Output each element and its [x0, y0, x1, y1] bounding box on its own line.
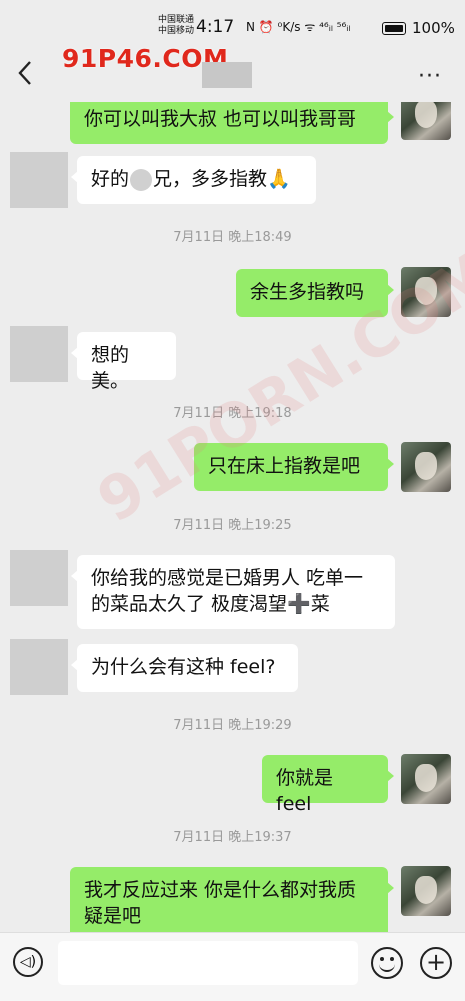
timestamp: 7月11日 晚上19:37 [173, 830, 292, 845]
timestamp: 7月11日 晚上18:49 [173, 230, 292, 245]
message-text: 只在床上指教是吧 [208, 455, 361, 477]
message-text: 我才反应过来 你是什么都对我质 [84, 879, 357, 901]
message-text: 好的 [91, 168, 130, 190]
emoji-icon[interactable] [371, 947, 403, 979]
more-button[interactable]: ··· [418, 64, 442, 89]
message-text: 为什么会有这种 feel? [91, 656, 276, 678]
battery-percent: 100% [412, 19, 455, 37]
self-avatar[interactable] [401, 102, 451, 140]
status-icons: N ⏰ ⁰K/s ᯤ ⁴⁶ᵢₗ ⁵⁶ᵢₗ [246, 20, 351, 34]
self-avatar[interactable] [401, 866, 451, 916]
message-text: 你就是 feel [276, 767, 334, 815]
contact-avatar-redacted[interactable] [10, 326, 68, 382]
message-bubble-in[interactable]: 好的 兄，多多指教🙏 [71, 156, 316, 204]
message-bubble-in[interactable]: 想的美。 [71, 332, 176, 392]
message-text: 兄，多多指教🙏 [153, 168, 291, 190]
contact-avatar-redacted[interactable] [10, 639, 68, 695]
message-bubble-in[interactable]: 你给我的感觉是已婚男人 吃单一 的菜品太久了 极度渴望➕菜 [71, 555, 395, 629]
carrier-2: 中国移动 [158, 26, 195, 36]
message-text: 疑是吧 [84, 905, 142, 927]
message-list[interactable]: 你可以叫我大叔 也可以叫我哥哥 好的 兄，多多指教🙏 7月11日 晚上18:49 … [0, 102, 465, 932]
carrier-labels: 中国联通 中国移动 [158, 15, 194, 37]
battery-icon [382, 22, 406, 35]
self-avatar[interactable] [401, 442, 451, 492]
message-bubble-out[interactable]: 余生多指教吗 [236, 269, 394, 317]
message-bubble-out[interactable]: 你就是 feel [262, 755, 394, 815]
self-avatar[interactable] [401, 754, 451, 804]
plus-button[interactable]: + [420, 947, 452, 979]
carrier-1: 中国联通 [158, 15, 195, 25]
status-bar: 中国联通 中国移动 4:17 N ⏰ ⁰K/s ᯤ ⁴⁶ᵢₗ ⁵⁶ᵢₗ 100% [0, 0, 465, 40]
timestamp: 7月11日 晚上19:29 [173, 718, 292, 733]
message-text: 余生多指教吗 [250, 281, 365, 303]
voice-icon[interactable]: ◁) [13, 947, 43, 977]
message-text: 的菜品太久了 极度渴望➕菜 [91, 593, 330, 615]
contact-avatar-redacted[interactable] [10, 152, 68, 208]
message-text: 你给我的感觉是已婚男人 吃单一 [91, 567, 364, 589]
timestamp: 7月11日 晚上19:25 [173, 518, 292, 533]
message-bubble-out[interactable]: 只在床上指教是吧 [194, 443, 394, 491]
message-input[interactable] [58, 941, 358, 985]
redacted-character [130, 168, 153, 191]
contact-name-redacted [202, 62, 252, 88]
message-bubble-out[interactable]: 你可以叫我大叔 也可以叫我哥哥 [70, 102, 394, 144]
timestamp: 7月11日 晚上19:18 [173, 406, 292, 421]
input-bar: ◁) + [0, 932, 465, 1001]
back-icon[interactable] [14, 58, 38, 88]
message-text: 你可以叫我大叔 也可以叫我哥哥 [84, 108, 357, 130]
message-bubble-in[interactable]: 为什么会有这种 feel? [71, 644, 298, 692]
message-text: 想的美。 [91, 344, 130, 392]
contact-avatar-redacted[interactable] [10, 550, 68, 606]
message-bubble-out[interactable]: 我才反应过来 你是什么都对我质 疑是吧 [70, 867, 394, 932]
chat-header: 91P46.COM ··· [0, 44, 465, 102]
clock: 4:17 [196, 17, 235, 37]
self-avatar[interactable] [401, 267, 451, 317]
